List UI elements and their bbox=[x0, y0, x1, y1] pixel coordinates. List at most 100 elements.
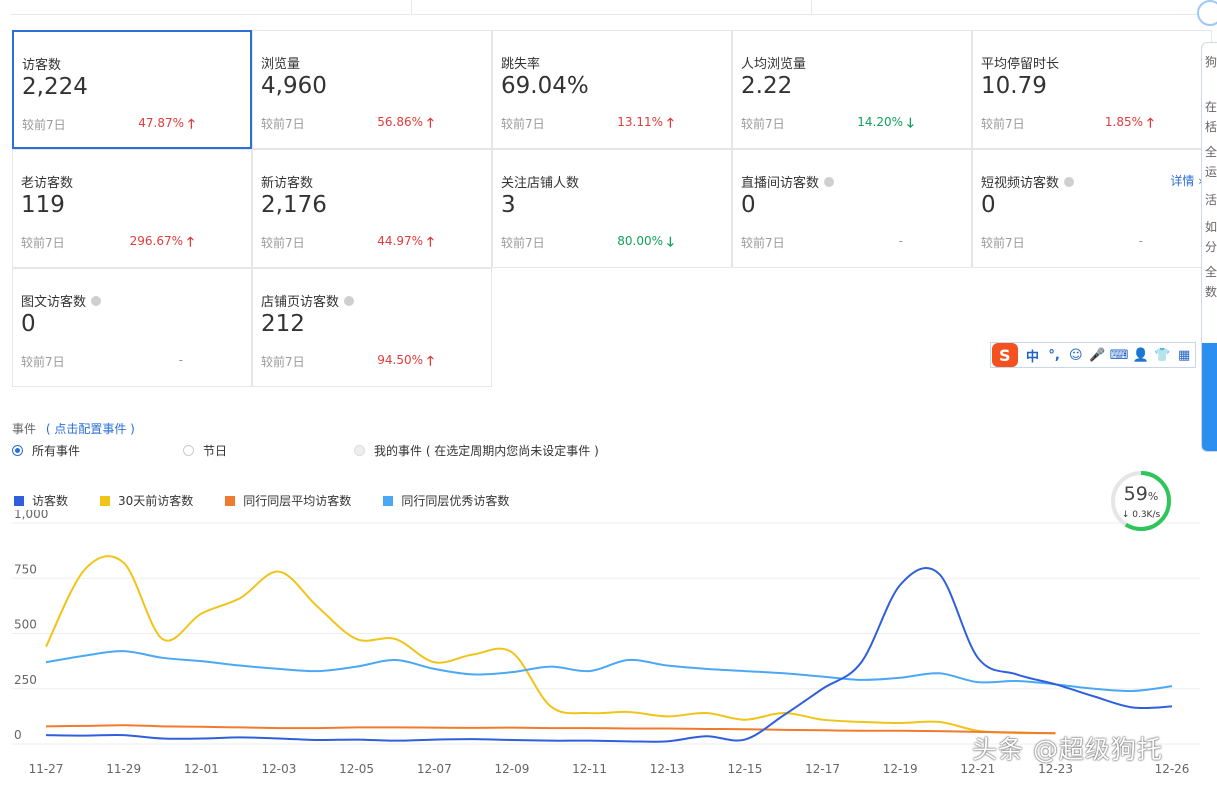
metric-label: 图文访客数 bbox=[21, 291, 102, 310]
metric-value: 4,960 bbox=[261, 73, 327, 99]
metric-card[interactable]: 浏览量 4,960 较前7日 56.86% 🡑 bbox=[252, 30, 492, 149]
arrow-up-icon: 🡑 bbox=[1147, 116, 1154, 131]
speed-rate: ↓ 0.3K/s bbox=[1121, 510, 1161, 520]
side-panel-item[interactable]: 数 bbox=[1205, 283, 1217, 300]
series-line-visitors bbox=[45, 567, 1173, 743]
summary-cell bbox=[411, 0, 812, 15]
ime-toolbox-icon[interactable]: ▦ bbox=[1173, 348, 1195, 363]
metric-label: 浏览量 bbox=[261, 57, 301, 72]
legend-swatch bbox=[225, 495, 236, 506]
side-panel-item[interactable]: 狗 bbox=[1205, 53, 1217, 70]
metric-label: 新访客数 bbox=[261, 176, 314, 191]
metric-label: 平均停留时长 bbox=[981, 57, 1060, 72]
chart-legend: 访客数 30天前访客数 同行同层平均访客数 同行同层优秀访客数 bbox=[14, 492, 541, 509]
metric-value: 0 bbox=[741, 192, 756, 218]
metric-card[interactable]: 人均浏览量 2.22 较前7日 14.20% 🡓 bbox=[732, 30, 972, 149]
info-icon[interactable] bbox=[824, 176, 835, 187]
metric-card[interactable]: 跳失率 69.04% 较前7日 13.11% 🡑 bbox=[492, 30, 732, 149]
ime-keyboard-icon[interactable]: ⌨ bbox=[1108, 348, 1130, 363]
side-panel[interactable]: 狗在栝全运活如分全数 bbox=[1201, 42, 1217, 452]
legend-swatch bbox=[100, 495, 111, 506]
network-speed-widget[interactable]: 59% ↓ 0.3K/s bbox=[1109, 469, 1173, 533]
radio-all-events[interactable]: 所有事件 bbox=[12, 442, 80, 459]
x-tick-label: 12-15 bbox=[727, 762, 762, 776]
ime-toolbar[interactable]: S 中 °, ☺ 🎤 ⌨ 👤 👕 ▦ bbox=[990, 342, 1196, 368]
legend-swatch bbox=[14, 495, 24, 506]
legend-item[interactable]: 同行同层平均访客数 bbox=[225, 492, 351, 509]
side-panel-item[interactable]: 运 bbox=[1205, 163, 1217, 180]
legend-item[interactable]: 同行同层优秀访客数 bbox=[383, 492, 509, 509]
x-tick-label: 12-17 bbox=[805, 762, 840, 776]
change-percent: 80.00% bbox=[617, 234, 663, 248]
metric-card[interactable]: 关注店铺人数 3 较前7日 80.00% 🡓 bbox=[492, 149, 732, 268]
ime-voice-icon[interactable]: 🎤 bbox=[1087, 348, 1109, 363]
metric-value: 0 bbox=[21, 311, 36, 337]
x-tick-label: 11-27 bbox=[29, 762, 64, 776]
metric-card[interactable]: 新访客数 2,176 较前7日 44.97% 🡑 bbox=[252, 149, 492, 268]
y-tick-label: 250 bbox=[14, 673, 37, 687]
ime-punctuation-icon[interactable]: °, bbox=[1043, 348, 1065, 363]
y-tick-label: 500 bbox=[14, 618, 37, 632]
ime-skin-icon[interactable]: 👕 bbox=[1152, 348, 1174, 363]
metric-card[interactable]: 短视频访客数 0 较前7日 - 详情 › bbox=[972, 149, 1212, 268]
metric-card[interactable]: 平均停留时长 10.79 较前7日 1.85% 🡑 bbox=[972, 30, 1212, 149]
legend-label: 同行同层优秀访客数 bbox=[401, 494, 510, 508]
compare-label: 较前7日 bbox=[501, 236, 545, 250]
metric-label: 关注店铺人数 bbox=[501, 176, 580, 191]
metric-card[interactable]: 店铺页访客数 212 较前7日 94.50% 🡑 bbox=[252, 268, 492, 387]
side-panel-item[interactable]: 分 bbox=[1205, 238, 1217, 255]
metric-card[interactable]: 直播间访客数 0 较前7日 - bbox=[732, 149, 972, 268]
radio-holidays[interactable]: 节日 bbox=[183, 442, 227, 459]
metric-card[interactable]: 图文访客数 0 较前7日 - bbox=[12, 268, 252, 387]
y-tick-label: 1,000 bbox=[14, 510, 48, 521]
ime-user-icon[interactable]: 👤 bbox=[1130, 348, 1152, 363]
x-tick-label: 12-03 bbox=[262, 762, 297, 776]
x-tick-label: 12-19 bbox=[883, 762, 918, 776]
info-icon[interactable] bbox=[91, 295, 102, 306]
metric-label: 老访客数 bbox=[21, 176, 74, 191]
series-line-visitors-30d-ago bbox=[45, 555, 1056, 735]
radio-dot[interactable] bbox=[183, 445, 194, 456]
metric-card[interactable]: 访客数 2,224 较前7日 47.87% 🡑 bbox=[12, 30, 252, 149]
ime-emoji-icon[interactable]: ☺ bbox=[1065, 348, 1087, 363]
side-panel-item[interactable]: 活 bbox=[1205, 191, 1217, 208]
summary-cell bbox=[811, 0, 1202, 15]
sogou-logo-icon[interactable]: S bbox=[992, 343, 1018, 367]
detail-link[interactable]: 详情 › bbox=[1170, 172, 1203, 189]
compare-label: 较前7日 bbox=[21, 236, 65, 250]
metric-label: 人均浏览量 bbox=[741, 57, 807, 72]
info-icon[interactable] bbox=[1064, 176, 1075, 187]
metric-value: 212 bbox=[261, 311, 305, 337]
radio-dot[interactable] bbox=[12, 445, 23, 456]
metric-value: 2.22 bbox=[741, 73, 793, 99]
summary-cell bbox=[10, 0, 410, 15]
change-percent: - bbox=[1138, 234, 1143, 248]
compare-label: 较前7日 bbox=[741, 236, 785, 250]
side-panel-item[interactable]: 全 bbox=[1205, 263, 1217, 280]
events-header: 事件 ( 点击配置事件 ) bbox=[12, 420, 135, 437]
radio-label: 节日 bbox=[203, 444, 228, 458]
side-panel-item[interactable]: 在 bbox=[1205, 98, 1217, 115]
x-tick-label: 12-11 bbox=[572, 762, 607, 776]
compare-label: 较前7日 bbox=[21, 355, 65, 369]
change-percent: - bbox=[178, 353, 183, 367]
legend-item[interactable]: 30天前访客数 bbox=[100, 492, 193, 509]
side-panel-item[interactable]: 全 bbox=[1205, 143, 1217, 160]
config-events-link[interactable]: ( 点击配置事件 ) bbox=[46, 422, 135, 436]
change-percent: 1.85% bbox=[1104, 115, 1143, 129]
y-tick-label: 0 bbox=[14, 728, 22, 742]
change-percent: 47.87% bbox=[138, 116, 184, 130]
side-panel-item[interactable]: 栝 bbox=[1205, 118, 1217, 135]
ime-chinese-mode-icon[interactable]: 中 bbox=[1022, 346, 1044, 365]
metric-label: 跳失率 bbox=[501, 57, 541, 72]
legend-item[interactable]: 访客数 bbox=[14, 492, 68, 509]
float-button[interactable] bbox=[1197, 0, 1217, 26]
metric-value: 3 bbox=[501, 192, 516, 218]
info-icon[interactable] bbox=[344, 295, 355, 306]
metric-label: 店铺页访客数 bbox=[261, 291, 355, 310]
metric-value: 0 bbox=[981, 192, 996, 218]
x-tick-label: 12-01 bbox=[184, 762, 219, 776]
metric-label: 短视频访客数 bbox=[981, 172, 1075, 191]
side-panel-item[interactable]: 如 bbox=[1205, 218, 1217, 235]
metric-card[interactable]: 老访客数 119 较前7日 296.67% 🡑 bbox=[12, 149, 252, 268]
